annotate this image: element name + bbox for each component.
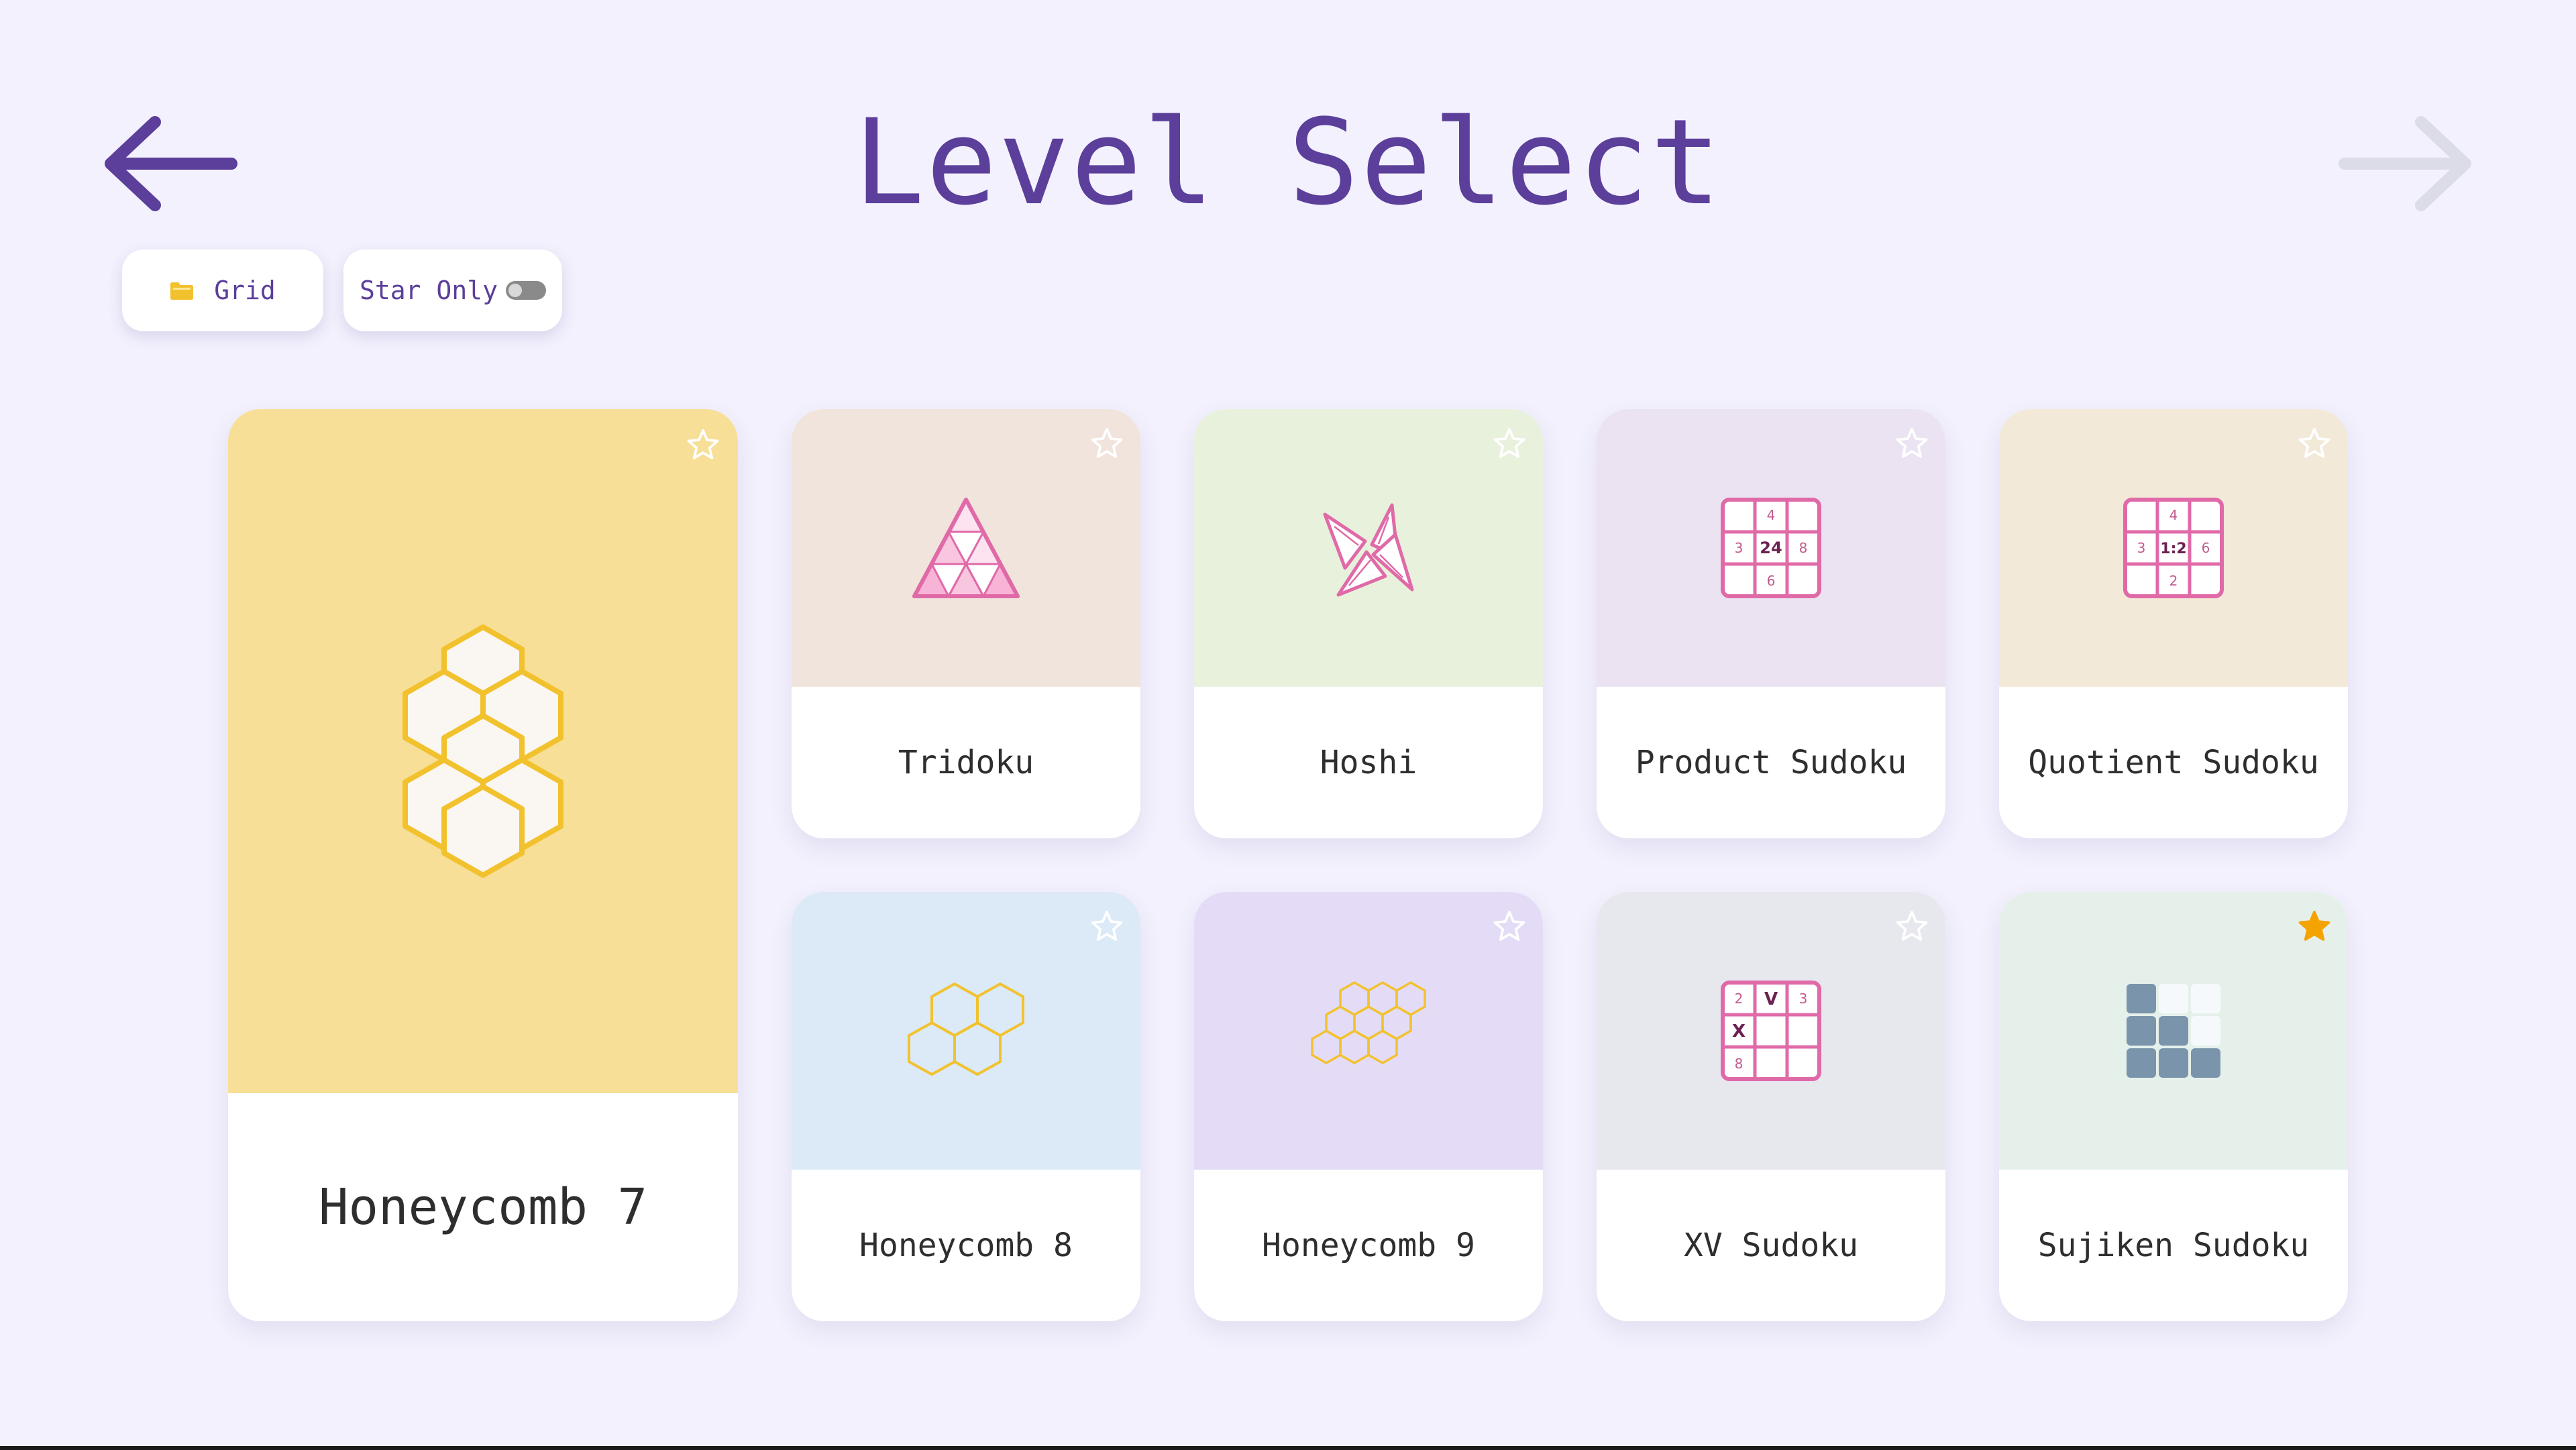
toggle-knob bbox=[508, 284, 522, 297]
level-card-xv-sudoku[interactable]: 2 V 3 X 8 XV Sudoku bbox=[1597, 892, 1945, 1321]
level-name: XV Sudoku bbox=[1683, 1227, 1859, 1264]
clue-x: X bbox=[1732, 1021, 1746, 1042]
clue-right: 6 bbox=[2202, 540, 2210, 556]
clue-bottom: 2 bbox=[2169, 573, 2178, 589]
level-card-tridoku[interactable]: Tridoku bbox=[792, 409, 1140, 838]
honeycomb-icon bbox=[908, 983, 1024, 1076]
star-icon[interactable] bbox=[1893, 908, 1931, 946]
star-icon[interactable] bbox=[1491, 908, 1528, 946]
level-card-hoshi[interactable]: Hoshi bbox=[1194, 409, 1543, 838]
xv-sudoku-icon: 2 V 3 X 8 bbox=[1721, 981, 1821, 1081]
clue-right: 8 bbox=[1799, 540, 1808, 556]
toggle-switch[interactable] bbox=[505, 281, 546, 300]
clue-left: 3 bbox=[1735, 540, 1743, 556]
clue-v: V bbox=[1764, 989, 1778, 1009]
star-icon-filled[interactable] bbox=[2296, 908, 2333, 946]
star-icon[interactable] bbox=[684, 427, 722, 464]
level-card-quotient-sudoku[interactable]: 4 3 1:2 6 2 Quotient Sudoku bbox=[1999, 409, 2348, 838]
grid-view-label: Grid bbox=[214, 276, 276, 305]
level-name: Honeycomb 8 bbox=[859, 1227, 1073, 1264]
page-title: Level Select bbox=[853, 94, 1723, 231]
clue-top: 4 bbox=[1767, 507, 1776, 523]
honeycomb-icon bbox=[402, 624, 564, 878]
hoshi-icon bbox=[1323, 503, 1414, 597]
level-card-sujiken-sudoku[interactable]: Sujiken Sudoku bbox=[1999, 892, 2348, 1321]
clue-center: 1:2 bbox=[2160, 541, 2186, 557]
level-card-honeycomb-7[interactable]: Honeycomb 7 bbox=[228, 409, 738, 1321]
tridoku-icon bbox=[912, 498, 1020, 598]
star-icon[interactable] bbox=[1088, 425, 1126, 463]
clue-digit: 8 bbox=[1735, 1056, 1743, 1072]
folder-icon bbox=[170, 280, 194, 300]
grid-view-button[interactable]: Grid bbox=[122, 249, 323, 331]
level-name: Hoshi bbox=[1320, 744, 1417, 781]
clue-bottom: 6 bbox=[1767, 573, 1776, 589]
level-card-product-sudoku[interactable]: 4 3 24 8 6 Product Sudoku bbox=[1597, 409, 1945, 838]
bottom-edge bbox=[0, 1446, 2576, 1450]
level-name: Honeycomb 9 bbox=[1262, 1227, 1475, 1264]
level-card-honeycomb-9[interactable]: Honeycomb 9 bbox=[1194, 892, 1543, 1321]
star-only-label: Star Only bbox=[360, 276, 498, 305]
clue-digit: 3 bbox=[1799, 991, 1808, 1007]
star-icon[interactable] bbox=[1893, 425, 1931, 463]
star-icon[interactable] bbox=[2296, 425, 2333, 463]
level-name: Honeycomb 7 bbox=[318, 1178, 648, 1236]
quotient-sudoku-icon: 4 3 1:2 6 2 bbox=[2123, 498, 2224, 598]
honeycomb-icon bbox=[1311, 981, 1426, 1064]
clue-digit: 2 bbox=[1735, 991, 1743, 1007]
level-thumbnail bbox=[228, 409, 738, 1093]
arrow-right-icon bbox=[2339, 116, 2471, 211]
clue-top: 4 bbox=[2169, 507, 2178, 523]
sujiken-icon bbox=[2127, 984, 2220, 1078]
level-name: Product Sudoku bbox=[1635, 744, 1907, 781]
level-name: Sujiken Sudoku bbox=[2037, 1227, 2310, 1264]
star-icon[interactable] bbox=[1491, 425, 1528, 463]
clue-left: 3 bbox=[2137, 540, 2146, 556]
level-card-honeycomb-8[interactable]: Honeycomb 8 bbox=[792, 892, 1140, 1321]
star-icon[interactable] bbox=[1088, 908, 1126, 946]
product-sudoku-icon: 4 3 24 8 6 bbox=[1721, 498, 1821, 598]
clue-center: 24 bbox=[1760, 539, 1782, 557]
star-only-toggle[interactable]: Star Only bbox=[343, 249, 562, 331]
level-name: Tridoku bbox=[898, 744, 1034, 781]
level-name: Quotient Sudoku bbox=[2028, 744, 2319, 781]
next-button bbox=[2338, 114, 2479, 213]
